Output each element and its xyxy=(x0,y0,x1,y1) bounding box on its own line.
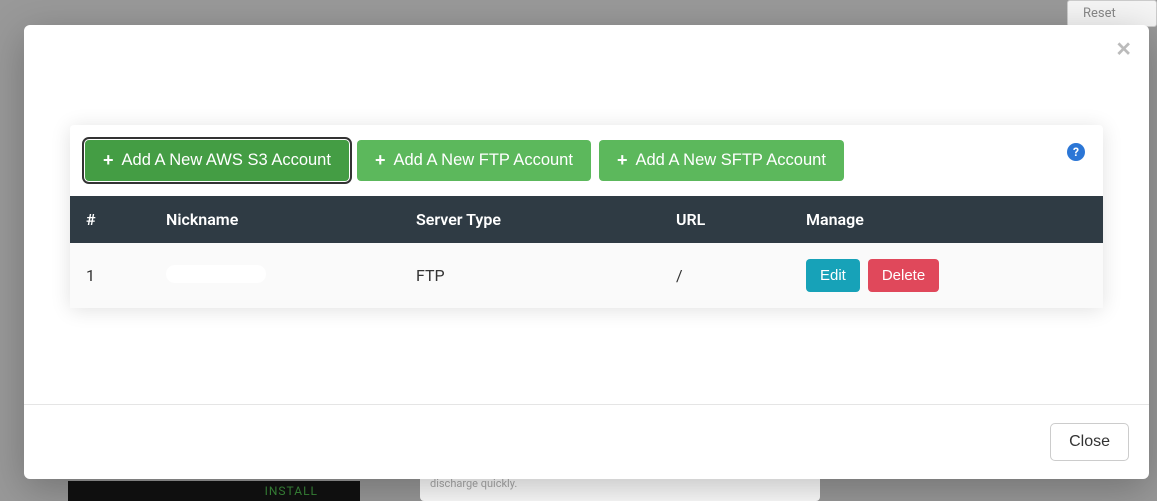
plus-icon: + xyxy=(103,150,114,171)
bg-reset-button: Reset xyxy=(1067,0,1157,27)
add-ftp-button[interactable]: + Add A New FTP Account xyxy=(357,140,591,181)
close-button[interactable]: Close xyxy=(1050,423,1129,461)
table-row: 1 FTP / Edit Delete xyxy=(70,243,1103,308)
button-label: Add A New FTP Account xyxy=(393,151,572,170)
col-manage: Manage xyxy=(790,196,1103,243)
modal-body: ? + Add A New AWS S3 Account + Add A New… xyxy=(24,25,1149,404)
table-header-row: # Nickname Server Type URL Manage xyxy=(70,196,1103,243)
close-icon[interactable]: × xyxy=(1116,37,1131,62)
bg-install-card: INSTALL xyxy=(68,481,360,501)
button-label: Add A New SFTP Account xyxy=(635,151,825,170)
accounts-table: # Nickname Server Type URL Manage 1 FTP … xyxy=(70,196,1103,308)
panel-toolbar: + Add A New AWS S3 Account + Add A New F… xyxy=(70,125,1103,196)
plus-icon: + xyxy=(375,150,386,171)
add-aws-s3-button[interactable]: + Add A New AWS S3 Account xyxy=(85,140,349,181)
edit-button[interactable]: Edit xyxy=(806,259,860,292)
button-label: Add A New AWS S3 Account xyxy=(122,151,331,170)
accounts-panel: ? + Add A New AWS S3 Account + Add A New… xyxy=(70,125,1103,308)
cell-num: 1 xyxy=(70,243,150,308)
cell-url: / xyxy=(660,243,790,308)
cell-nickname xyxy=(150,243,400,308)
cell-server-type: FTP xyxy=(400,243,660,308)
modal-footer: Close xyxy=(24,404,1149,479)
help-icon[interactable]: ? xyxy=(1067,143,1085,161)
col-server-type: Server Type xyxy=(400,196,660,243)
col-num: # xyxy=(70,196,150,243)
add-sftp-button[interactable]: + Add A New SFTP Account xyxy=(599,140,844,181)
plus-icon: + xyxy=(617,150,628,171)
delete-button[interactable]: Delete xyxy=(868,259,939,292)
redacted-nickname xyxy=(166,265,266,283)
col-url: URL xyxy=(660,196,790,243)
col-nickname: Nickname xyxy=(150,196,400,243)
cell-manage: Edit Delete xyxy=(790,243,1103,308)
accounts-modal: × ? + Add A New AWS S3 Account + Add A N… xyxy=(24,25,1149,479)
